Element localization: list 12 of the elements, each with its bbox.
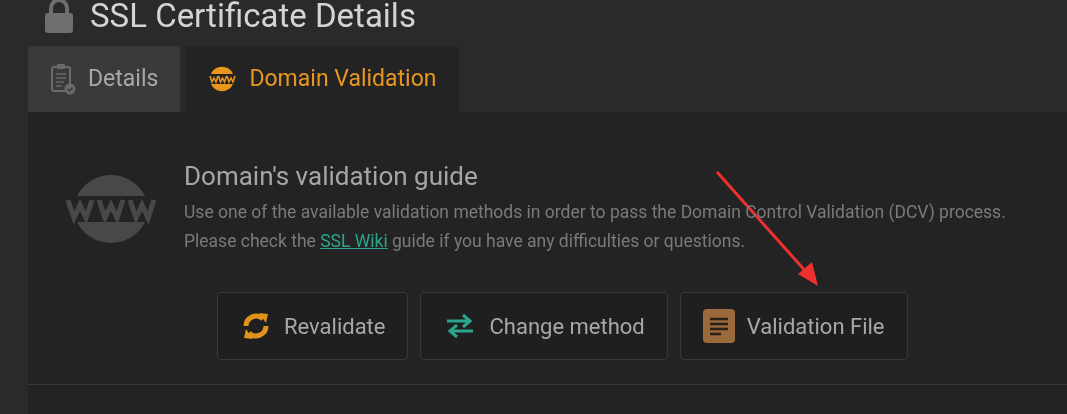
tab[interactable]: Domain Validation (185, 46, 459, 112)
guide-heading: Domain's validation guide (184, 160, 479, 192)
action-button[interactable]: Change method (420, 292, 668, 360)
action-button[interactable]: Validation File (679, 292, 908, 360)
clipboard-icon (50, 63, 76, 95)
ssl-wiki-link[interactable]: SSL Wiki (320, 231, 388, 251)
tab[interactable]: Details (28, 46, 181, 112)
action-button[interactable]: Revalidate (217, 292, 409, 360)
www-globe-icon (207, 64, 238, 94)
document-icon (702, 309, 735, 343)
padlock-icon (44, 0, 74, 34)
page-title: SSL Certificate Details (90, 0, 416, 38)
